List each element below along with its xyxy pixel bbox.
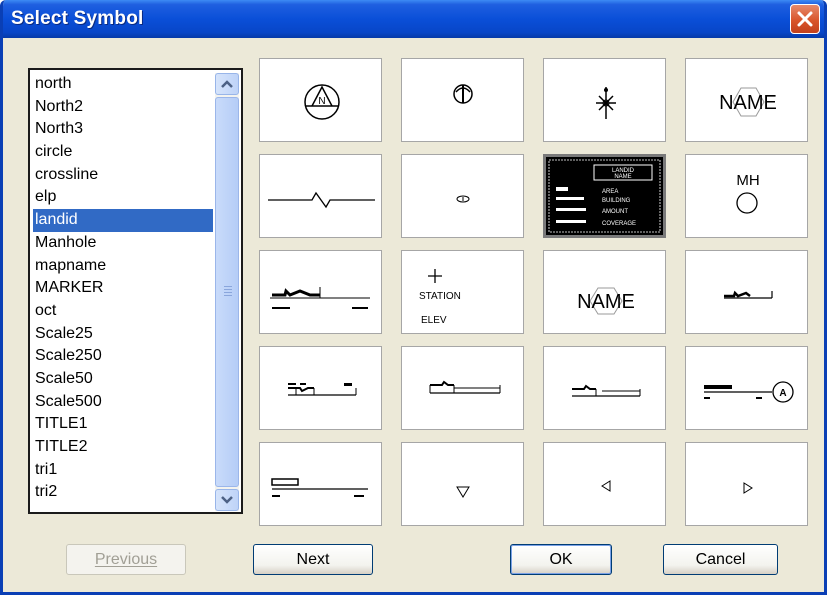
list-item[interactable]: TITLE1 [33, 413, 213, 436]
name-label: NAME [577, 291, 635, 313]
symbol-cell-mapname[interactable] [259, 250, 382, 334]
previous-button-label: Previous [94, 550, 158, 568]
scroll-up-button[interactable] [215, 73, 239, 95]
list-item[interactable]: North2 [33, 96, 213, 119]
next-button-label: Next [296, 550, 330, 568]
symbol-cell-tri1[interactable] [401, 442, 524, 526]
landid-symbol: LANDID NAME AREA BUILDING AMOUNT COVERAG… [546, 157, 663, 235]
symbol-cell-elp[interactable] [401, 154, 524, 238]
north-letter: N [318, 96, 325, 107]
mapname-symbol [270, 287, 370, 309]
tri1-symbol [456, 486, 470, 498]
list-item[interactable]: mapname [33, 255, 213, 278]
ok-button[interactable]: OK [510, 544, 612, 575]
landid-row: AMOUNT [602, 209, 628, 215]
symbol-cell-north2[interactable] [401, 58, 524, 142]
name-hexagon-symbol: NAME [719, 87, 777, 117]
list-item[interactable]: crossline [33, 164, 213, 187]
list-item[interactable]: Scale250 [33, 345, 213, 368]
list-item[interactable]: North3 [33, 118, 213, 141]
title-bar[interactable]: Select Symbol [3, 0, 824, 38]
tri2-symbol [601, 480, 611, 492]
station-label: STATION [419, 291, 461, 302]
ok-button-label: OK [549, 550, 573, 568]
symbol-cell-scale500[interactable] [543, 346, 666, 430]
scale250-symbol [288, 383, 357, 396]
list-item[interactable]: Scale50 [33, 368, 213, 391]
tri-right-symbol [743, 482, 753, 494]
symbol-cell-crossline[interactable] [259, 154, 382, 238]
chevron-up-icon [221, 80, 233, 88]
list-item[interactable]: oct [33, 300, 213, 323]
north3-star-symbol [596, 87, 616, 119]
list-scrollbar[interactable] [215, 73, 239, 511]
landid-row: COVERAGE [602, 221, 636, 227]
scale500-symbol [572, 384, 641, 397]
landid-name: NAME [614, 174, 631, 180]
symbol-cell-oct[interactable]: NAME [543, 250, 666, 334]
symbol-cell-scale250[interactable] [259, 346, 382, 430]
manhole-symbol: MH [736, 172, 760, 214]
symbol-cell-circle[interactable]: NAME [685, 58, 808, 142]
marker-letter: A [779, 388, 786, 399]
symbol-cell-tri2[interactable] [543, 442, 666, 526]
symbol-cell-title2[interactable] [259, 442, 382, 526]
symbol-cell-marker[interactable]: STATION ELEV [401, 250, 524, 334]
landid-row: BUILDING [602, 198, 631, 204]
symbol-cell-north3[interactable] [543, 58, 666, 142]
symbol-listbox[interactable]: north North2 North3 circle crossline elp… [28, 68, 243, 514]
north-arrow-symbol: N [304, 84, 340, 120]
list-item[interactable]: TITLE2 [33, 436, 213, 459]
scale25-symbol [724, 290, 773, 299]
list-item[interactable]: circle [33, 141, 213, 164]
symbol-cell-north[interactable]: N [259, 58, 382, 142]
symbol-cell-manhole[interactable]: MH [685, 154, 808, 238]
elev-label: ELEV [421, 315, 447, 326]
list-item[interactable]: Scale25 [33, 323, 213, 346]
cancel-button[interactable]: Cancel [663, 544, 778, 575]
manhole-label: MH [736, 172, 759, 189]
dialog-title: Select Symbol [11, 8, 144, 29]
scroll-thumb[interactable] [215, 97, 239, 487]
previous-button[interactable]: Previous [66, 544, 186, 575]
next-button[interactable]: Next [253, 544, 373, 575]
symbol-cell-scale25[interactable] [685, 250, 808, 334]
list-item[interactable]: north [33, 73, 213, 96]
symbol-cell-landid[interactable]: LANDID NAME AREA BUILDING AMOUNT COVERAG… [543, 154, 666, 238]
close-button[interactable] [790, 4, 820, 34]
symbol-cell-next[interactable] [685, 442, 808, 526]
list-item[interactable]: elp [33, 186, 213, 209]
scale50-symbol [429, 380, 501, 394]
list-item[interactable]: tri1 [33, 459, 213, 482]
landid-row: AREA [602, 189, 618, 195]
list-item[interactable]: tri2 [33, 481, 213, 504]
list-item[interactable]: Scale500 [33, 391, 213, 414]
list-item[interactable]: MARKER [33, 277, 213, 300]
cancel-button-label: Cancel [695, 550, 746, 568]
name-octagon-symbol: NAME [577, 287, 635, 315]
select-symbol-dialog: Select Symbol north North2 North3 circle… [0, 0, 827, 595]
title1-marker-symbol: A [704, 381, 794, 403]
title2-symbol [271, 478, 368, 497]
symbol-list: north North2 North3 circle crossline elp… [33, 73, 213, 504]
symbol-cell-scale50[interactable] [401, 346, 524, 430]
elp-symbol [456, 195, 470, 203]
scroll-down-button[interactable] [215, 489, 239, 511]
station-elev-symbol: STATION ELEV [419, 269, 461, 326]
north2-symbol [453, 84, 473, 104]
list-item[interactable]: Manhole [33, 232, 213, 255]
symbol-cell-title1[interactable]: A [685, 346, 808, 430]
name-label: NAME [719, 92, 777, 114]
chevron-down-icon [221, 496, 233, 504]
close-x-icon [797, 11, 813, 27]
list-item-selected[interactable]: landid [33, 209, 213, 232]
crossline-symbol [268, 191, 375, 209]
